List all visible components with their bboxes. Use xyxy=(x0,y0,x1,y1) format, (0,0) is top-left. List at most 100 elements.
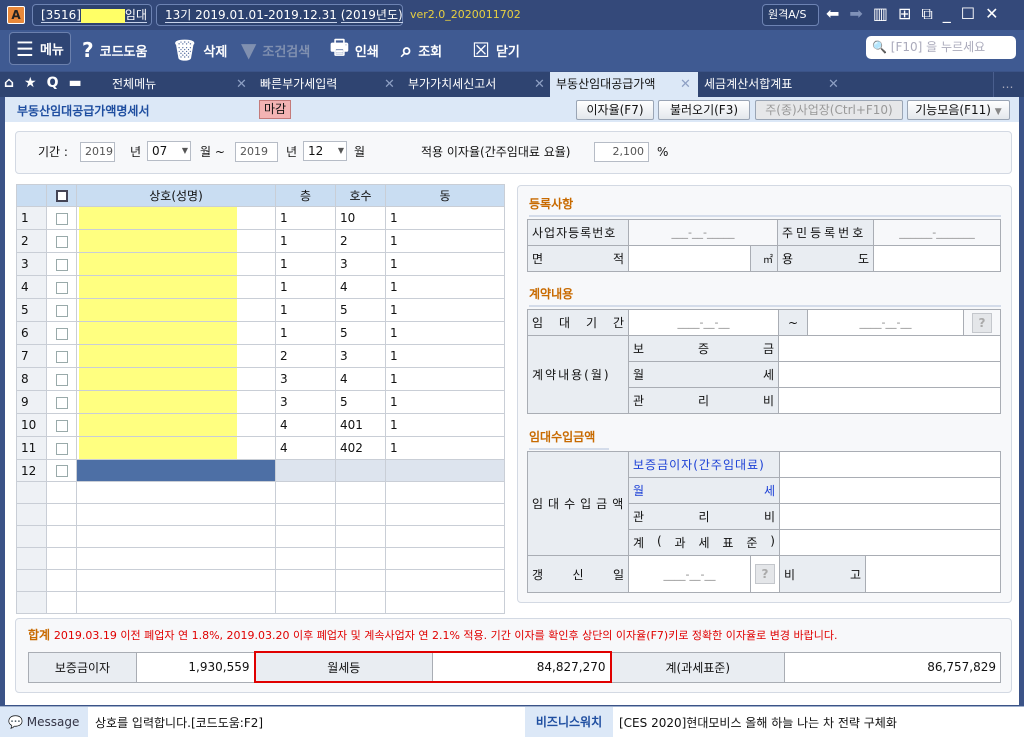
more-tabs-icon[interactable]: … xyxy=(993,72,1021,97)
grid-cell[interactable] xyxy=(385,459,505,482)
grid-cell[interactable]: 1 xyxy=(275,275,336,299)
tenant-name-cell[interactable] xyxy=(76,390,276,414)
news-ticker[interactable]: [CES 2020]현대모비스 올해 하늘 나는 차 전략 구체화 xyxy=(619,714,897,731)
tenant-name-cell[interactable] xyxy=(76,413,276,437)
grid-cell[interactable] xyxy=(385,525,505,548)
table-row[interactable]: 1 1 10 1 xyxy=(16,206,505,230)
grid-cell[interactable]: 4 xyxy=(335,367,386,391)
tenant-name-cell[interactable] xyxy=(76,591,276,614)
load-button[interactable]: 불러오기(F3) xyxy=(658,100,750,120)
tenant-name-cell[interactable] xyxy=(76,252,276,276)
back-arrow-icon[interactable]: ⬅ xyxy=(826,4,839,24)
grid-cell[interactable]: 1 xyxy=(275,321,336,345)
maximize-icon[interactable]: ☐ xyxy=(961,4,975,24)
tenant-name-cell[interactable] xyxy=(76,229,276,253)
row-checkbox[interactable] xyxy=(46,298,77,322)
remote-as-button[interactable]: 원격A/S xyxy=(762,4,819,26)
income-mgmt-value[interactable] xyxy=(779,503,1002,530)
forward-arrow-icon[interactable]: ➡ xyxy=(849,4,862,24)
note-input[interactable] xyxy=(865,555,1002,593)
grid-cell[interactable]: 5 xyxy=(335,298,386,322)
tab-vat-return[interactable]: 부가가치세신고서 ✕ xyxy=(402,72,550,97)
menu-button[interactable]: ☰ 메뉴 xyxy=(9,32,71,65)
home-icon[interactable]: ⌂ xyxy=(4,75,14,91)
grid-cell[interactable] xyxy=(335,591,386,614)
close-tab-icon[interactable]: ✕ xyxy=(384,72,395,97)
table-row[interactable] xyxy=(16,525,505,548)
biz-no-input[interactable]: ___-__-_____ xyxy=(627,219,779,246)
company-selector[interactable]: [3516] 임대 xyxy=(32,4,152,26)
grid-cell[interactable]: 4 xyxy=(335,275,386,299)
row-checkbox[interactable] xyxy=(46,413,77,437)
tenant-name-cell[interactable] xyxy=(76,481,276,504)
table-row[interactable]: 12 xyxy=(16,459,505,482)
row-checkbox[interactable] xyxy=(46,367,77,391)
calendar-icon[interactable]: ▬ xyxy=(69,75,82,91)
grid-cell[interactable]: 401 xyxy=(335,413,386,437)
function-menu-button[interactable]: 기능모음(F11) ▼ xyxy=(907,100,1010,120)
grid-cell[interactable]: 1 xyxy=(385,252,505,276)
tab-all-menu[interactable]: 전체메뉴 ✕ xyxy=(106,72,252,97)
window-tile-icon[interactable]: ⧉ xyxy=(921,4,932,24)
grid-cell[interactable] xyxy=(275,503,336,526)
resident-no-input[interactable]: ______-_______ xyxy=(873,219,1002,246)
grid-cell[interactable] xyxy=(385,503,505,526)
select-all-checkbox[interactable] xyxy=(46,184,77,207)
grid-cell[interactable]: 3 xyxy=(335,252,386,276)
grid-cell[interactable]: 1 xyxy=(385,298,505,322)
tenant-name-cell[interactable] xyxy=(76,298,276,322)
close-tab-icon[interactable]: ✕ xyxy=(534,72,545,97)
tenant-name-cell[interactable] xyxy=(76,275,276,299)
grid-cell[interactable]: 1 xyxy=(385,321,505,345)
code-help-button[interactable]: ? 코드도움 xyxy=(82,36,147,64)
tenant-name-cell[interactable] xyxy=(76,459,276,482)
table-row[interactable] xyxy=(16,569,505,592)
grid-cell[interactable]: 1 xyxy=(385,436,505,460)
grid-cell[interactable] xyxy=(385,569,505,592)
grid-cell[interactable]: 1 xyxy=(385,229,505,253)
star-icon[interactable]: ★ xyxy=(24,75,37,91)
mgmt-fee-input[interactable] xyxy=(778,387,1001,414)
lease-end-input[interactable]: ____-__-__ xyxy=(807,309,964,336)
close-window-icon[interactable]: ✕ xyxy=(985,4,998,24)
grid-cell[interactable] xyxy=(385,481,505,504)
table-row[interactable]: 9 351 xyxy=(16,390,505,414)
table-row[interactable] xyxy=(16,591,505,614)
table-row[interactable]: 3131 xyxy=(16,252,505,276)
grid-cell[interactable]: 402 xyxy=(335,436,386,460)
grid-cell[interactable] xyxy=(335,547,386,570)
row-checkbox[interactable] xyxy=(46,591,77,614)
grid-cell[interactable] xyxy=(275,459,336,482)
grid-cell[interactable]: 1 xyxy=(385,206,505,230)
sub-site-button[interactable]: 주(종)사업장(Ctrl+F10) xyxy=(755,100,903,120)
deposit-interest-value[interactable] xyxy=(779,451,1002,478)
tenant-name-cell[interactable] xyxy=(76,569,276,592)
deposit-input[interactable] xyxy=(778,335,1001,362)
row-checkbox[interactable] xyxy=(46,229,77,253)
help-icon[interactable]: ? xyxy=(755,564,775,584)
grid-cell[interactable]: 2 xyxy=(275,344,336,368)
grid-cell[interactable]: 1 xyxy=(275,206,336,230)
grid-cell[interactable] xyxy=(385,547,505,570)
tenant-name-cell[interactable] xyxy=(76,503,276,526)
table-row[interactable]: 6 151 xyxy=(16,321,505,345)
grid-cell[interactable] xyxy=(335,481,386,504)
to-year-input[interactable]: 2019 xyxy=(235,142,278,162)
grid-cell[interactable]: 3 xyxy=(275,390,336,414)
tenant-name-cell[interactable] xyxy=(76,436,276,460)
row-checkbox[interactable] xyxy=(46,390,77,414)
menu-search-input[interactable]: 🔍 [F10] 을 누르세요 xyxy=(866,36,1016,59)
close-tab-icon[interactable]: ✕ xyxy=(828,72,839,97)
grid-icon[interactable]: ⊞ xyxy=(898,4,911,24)
grid-cell[interactable]: 3 xyxy=(275,367,336,391)
grid-cell[interactable] xyxy=(275,569,336,592)
row-checkbox[interactable] xyxy=(46,344,77,368)
grid-cell[interactable]: 1 xyxy=(385,413,505,437)
interest-rate-button[interactable]: 이자율(F7) xyxy=(576,100,654,120)
grid-cell[interactable]: 4 xyxy=(275,413,336,437)
table-row[interactable] xyxy=(16,481,505,504)
grid-cell[interactable]: 1 xyxy=(385,367,505,391)
tenant-name-cell[interactable] xyxy=(76,206,276,230)
table-row[interactable]: 8 341 xyxy=(16,367,505,391)
grid-cell[interactable] xyxy=(385,591,505,614)
